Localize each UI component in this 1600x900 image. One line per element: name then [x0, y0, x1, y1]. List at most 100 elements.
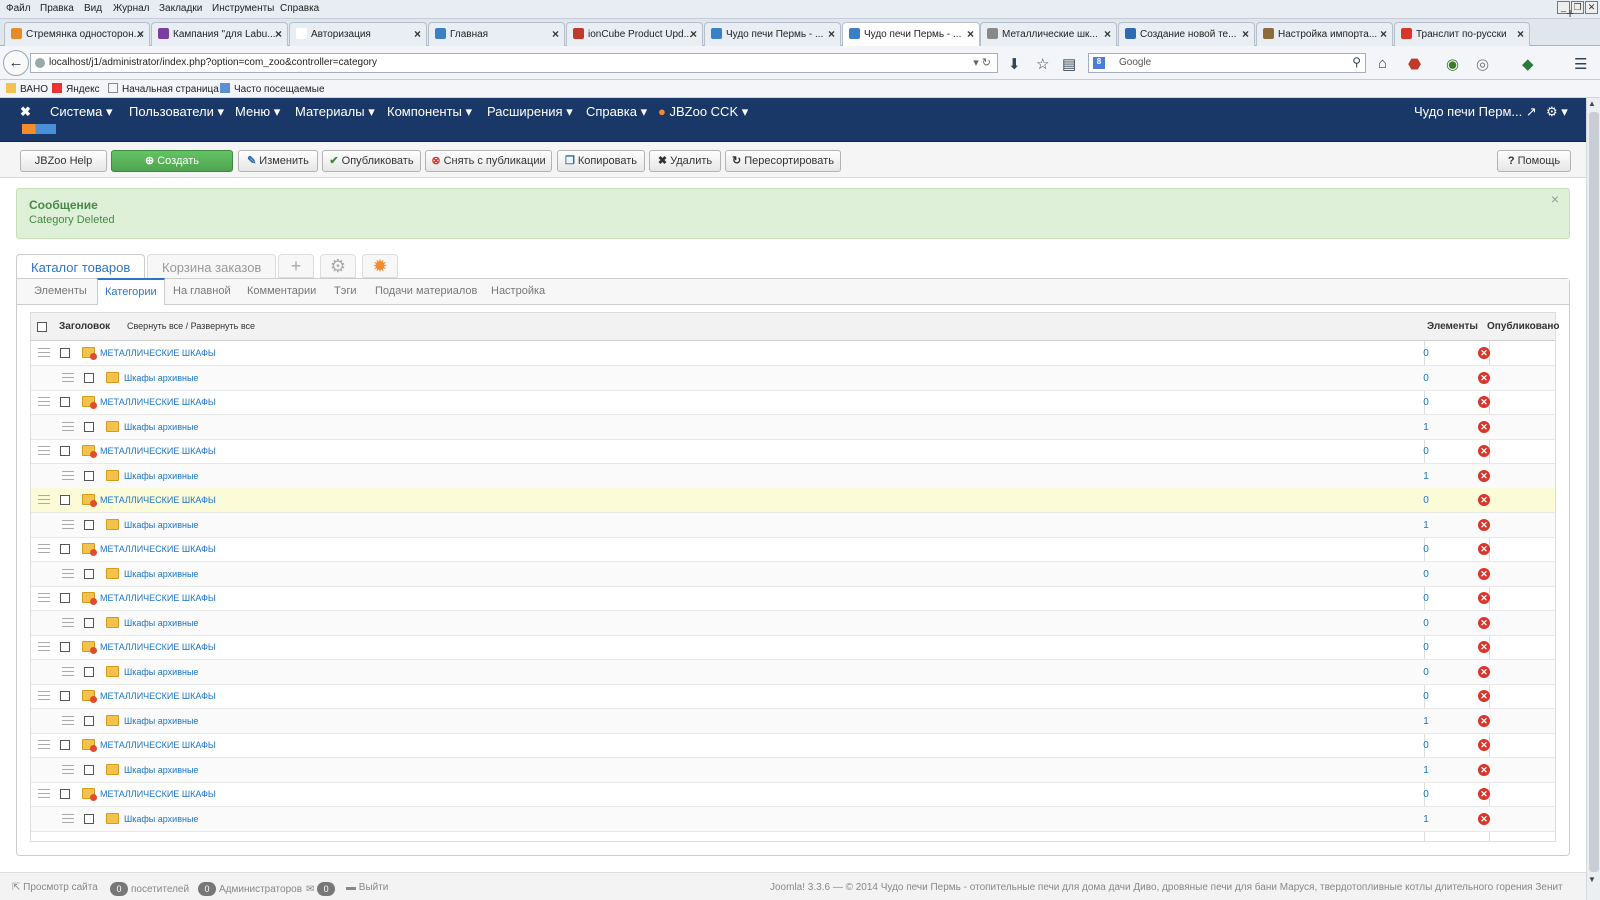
hamburger-menu-icon[interactable]: ☰: [1574, 55, 1587, 73]
table-row[interactable]: МЕТАЛЛИЧЕСКИЕ ШКАФЫ 0 ✕: [31, 635, 1555, 660]
admin-menu-extensions[interactable]: Расширения ▾: [487, 104, 573, 120]
addon-3-icon[interactable]: ◆: [1522, 55, 1534, 73]
drag-handle-icon[interactable]: [38, 691, 50, 700]
menu-bookmarks[interactable]: Закладки: [159, 3, 202, 14]
unpublished-status-icon[interactable]: ✕: [1478, 371, 1490, 384]
app-settings-gear-icon[interactable]: ⚙: [320, 254, 356, 278]
tab-categories[interactable]: Категории: [97, 278, 165, 305]
admin-menu-system[interactable]: Система ▾: [50, 104, 113, 120]
browser-tab[interactable]: Транслит по-русски ×: [1394, 22, 1530, 46]
jbzoo-app-icon[interactable]: ✹: [362, 254, 398, 278]
menu-file[interactable]: Файл: [6, 3, 31, 14]
drag-handle-icon[interactable]: [62, 470, 74, 480]
browser-tab[interactable]: Главная ×: [428, 22, 565, 46]
close-tab-icon[interactable]: ×: [967, 27, 974, 41]
drag-handle-icon[interactable]: [38, 397, 50, 406]
element-count[interactable]: 1: [1411, 471, 1441, 482]
element-count[interactable]: 0: [1411, 618, 1441, 629]
tab-submissions[interactable]: Подачи материалов: [375, 285, 477, 297]
category-title-link[interactable]: Шкафы архивные: [124, 569, 198, 579]
browser-tab[interactable]: Кампания "для Labu... ×: [151, 22, 288, 46]
site-identity-icon[interactable]: [35, 58, 45, 68]
element-count[interactable]: 0: [1411, 740, 1441, 751]
table-row[interactable]: МЕТАЛЛИЧЕСКИЕ ШКАФЫ 0 ✕: [31, 439, 1555, 464]
element-count[interactable]: 1: [1411, 814, 1441, 825]
column-published-header[interactable]: Опубликовано: [1487, 321, 1560, 332]
close-tab-icon[interactable]: ×: [1104, 27, 1111, 41]
drag-handle-icon[interactable]: [38, 593, 50, 602]
element-count[interactable]: 0: [1411, 373, 1441, 384]
messages-status[interactable]: ✉ 0: [306, 882, 338, 896]
menu-history[interactable]: Журнал: [113, 3, 150, 14]
unpublished-status-icon[interactable]: ✕: [1478, 592, 1490, 604]
drag-handle-icon[interactable]: [38, 789, 50, 798]
close-tab-icon[interactable]: ×: [137, 27, 144, 41]
site-link[interactable]: Чудо печи Перм... ↗: [1414, 104, 1537, 120]
close-icon[interactable]: ×: [1551, 191, 1559, 207]
drag-handle-icon[interactable]: [38, 348, 50, 357]
jbzoo-help-button[interactable]: JBZoo Help: [20, 150, 107, 172]
element-count[interactable]: 1: [1411, 716, 1441, 727]
menu-help[interactable]: Справка: [280, 3, 319, 14]
table-row[interactable]: Шкафы архивные 1 ✕: [31, 414, 1555, 440]
delete-button[interactable]: ✖ Удалить: [649, 150, 721, 172]
browser-tab[interactable]: Создание новой те... ×: [1118, 22, 1255, 46]
drag-handle-icon[interactable]: [38, 642, 50, 651]
unpublished-status-icon[interactable]: ✕: [1478, 665, 1490, 678]
menu-tools[interactable]: Инструменты: [212, 3, 274, 14]
unpublished-status-icon[interactable]: ✕: [1478, 543, 1490, 555]
select-all-checkbox[interactable]: [37, 322, 47, 332]
category-title-link[interactable]: МЕТАЛЛИЧЕСКИЕ ШКАФЫ: [100, 348, 216, 358]
tab-cart[interactable]: Корзина заказов: [147, 254, 277, 278]
category-title-link[interactable]: Шкафы архивные: [124, 667, 198, 677]
bookmark-start-page[interactable]: Начальная страница: [108, 83, 219, 95]
row-checkbox[interactable]: [60, 593, 70, 603]
unpublished-status-icon[interactable]: ✕: [1478, 469, 1490, 482]
category-title-link[interactable]: МЕТАЛЛИЧЕСКИЕ ШКАФЫ: [100, 544, 216, 554]
new-tab-icon[interactable]: +: [1566, 5, 1574, 21]
row-checkbox[interactable]: [60, 495, 70, 505]
close-tab-icon[interactable]: ×: [1242, 27, 1249, 41]
category-title-link[interactable]: МЕТАЛЛИЧЕСКИЕ ШКАФЫ: [100, 740, 216, 750]
drag-handle-icon[interactable]: [38, 740, 50, 749]
joomla-logo-icon[interactable]: ✖: [20, 104, 31, 120]
publish-button[interactable]: ✔ Опубликовать: [322, 150, 421, 172]
drag-handle-icon[interactable]: [38, 544, 50, 553]
google-icon[interactable]: 8: [1093, 57, 1105, 69]
column-elements-header[interactable]: Элементы: [1427, 321, 1478, 332]
copy-button[interactable]: ❐ Копировать: [557, 150, 645, 172]
unpublished-status-icon[interactable]: ✕: [1478, 788, 1490, 800]
row-checkbox[interactable]: [84, 715, 94, 726]
category-title-link[interactable]: Шкафы архивные: [124, 716, 198, 726]
element-count[interactable]: 0: [1411, 397, 1441, 408]
category-title-link[interactable]: Шкафы архивные: [124, 814, 198, 824]
reload-icon[interactable]: ▾ ↻: [973, 56, 991, 69]
help-button[interactable]: ? Помощь: [1497, 150, 1571, 172]
admin-menu-help[interactable]: Справка ▾: [586, 104, 647, 120]
home-icon[interactable]: ⌂: [1378, 55, 1387, 72]
menu-view[interactable]: Вид: [84, 3, 102, 14]
category-title-link[interactable]: МЕТАЛЛИЧЕСКИЕ ШКАФЫ: [100, 691, 216, 701]
browser-tab[interactable]: Чудо печи Пермь - ... ×: [842, 22, 980, 47]
browser-tab[interactable]: ionCube Product Upd... ×: [566, 22, 703, 46]
adblock-icon[interactable]: ⬣: [1408, 55, 1421, 73]
table-row[interactable]: МЕТАЛЛИЧЕСКИЕ ШКАФЫ 0 ✕: [31, 684, 1555, 709]
category-title-link[interactable]: МЕТАЛЛИЧЕСКИЕ ШКАФЫ: [100, 446, 216, 456]
table-row[interactable]: Шкафы архивные 0 ✕: [31, 365, 1555, 391]
element-count[interactable]: 0: [1411, 691, 1441, 702]
table-row[interactable]: Шкафы архивные 0 ✕: [31, 659, 1555, 685]
drag-handle-icon[interactable]: [62, 666, 74, 676]
search-input[interactable]: 8 Google ⚲: [1088, 53, 1366, 73]
category-title-link[interactable]: Шкафы архивные: [124, 520, 198, 530]
browser-tab[interactable]: Металлические шк... ×: [980, 22, 1117, 46]
table-row[interactable]: Шкафы архивные 1 ✕: [31, 806, 1555, 832]
logout-link[interactable]: ▬ Выйти: [346, 882, 388, 893]
drag-handle-icon[interactable]: [62, 421, 74, 431]
table-row[interactable]: МЕТАЛЛИЧЕСКИЕ ШКАФЫ 0 ✕: [31, 341, 1555, 366]
category-title-link[interactable]: Шкафы архивные: [124, 422, 198, 432]
element-count[interactable]: 0: [1411, 789, 1441, 800]
url-bar[interactable]: localhost/j1/administrator/index.php?opt…: [30, 53, 998, 73]
element-count[interactable]: 0: [1411, 348, 1441, 359]
drag-handle-icon[interactable]: [38, 495, 50, 504]
bookmark-yandex[interactable]: Яндекс: [52, 83, 100, 95]
